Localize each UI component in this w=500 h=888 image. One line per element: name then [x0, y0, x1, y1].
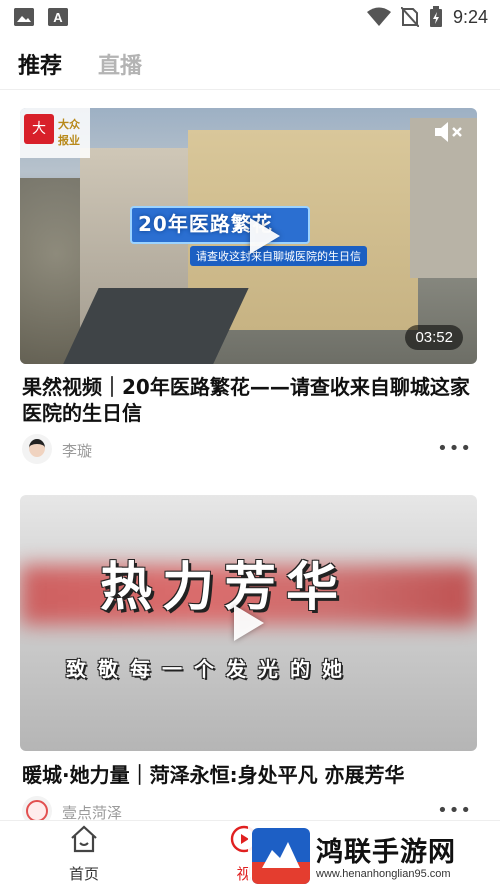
video-thumbnail[interactable]: 20年医路繁花 请查收这封来自聊城医院的生日信 大 大众报业 03:52 — [20, 108, 477, 364]
more-options-icon[interactable]: ••• — [437, 438, 472, 459]
home-icon — [71, 825, 97, 853]
app-a-icon: A — [48, 8, 68, 26]
thumbnail-overlay-title: 热力芳华 — [100, 557, 349, 618]
tab-live[interactable]: 直播 — [98, 48, 142, 80]
nav-home-label: 首页 — [68, 865, 99, 883]
nav-home[interactable]: 首页 — [54, 825, 114, 884]
svg-text:A: A — [53, 10, 63, 25]
author-row: 李璇 ••• — [22, 434, 478, 466]
battery-charging-icon — [429, 6, 442, 27]
top-tabs: 推荐 直播 — [0, 40, 500, 90]
thumbnail-overlay-subtitle: 致敬每一个发光的她 — [66, 657, 354, 681]
logo-text: 大众报业 — [58, 118, 80, 147]
image-icon — [14, 8, 34, 26]
avatar[interactable] — [22, 434, 52, 464]
play-icon[interactable] — [234, 605, 264, 641]
video-duration: 03:52 — [405, 325, 463, 350]
no-sim-icon — [400, 7, 419, 27]
channel-logo: 大 大众报业 — [20, 108, 90, 158]
watermark: 鸿联手游网 www.henanhonglian95.com — [248, 826, 500, 888]
mute-icon[interactable] — [433, 120, 465, 144]
more-options-icon[interactable]: ••• — [437, 800, 472, 821]
status-bar: A 9:24 — [0, 0, 500, 36]
watermark-url: www.henanhonglian95.com — [316, 868, 451, 880]
play-icon[interactable] — [250, 218, 280, 254]
author-name[interactable]: 李璇 — [62, 440, 92, 461]
tab-recommend[interactable]: 推荐 — [18, 48, 62, 80]
wifi-icon — [366, 7, 391, 26]
video-title[interactable]: 暖城·她力量｜菏泽永恒:身处平凡 亦展芳华 — [22, 762, 482, 788]
watermark-title: 鸿联手游网 — [316, 837, 456, 868]
video-thumbnail[interactable]: 热力芳华 致敬每一个发光的她 — [20, 495, 477, 751]
video-title[interactable]: 果然视频｜20年医路繁花——请查收来自聊城这家医院的生日信 — [22, 374, 482, 426]
watermark-logo-icon — [252, 828, 310, 884]
logo-mark-icon: 大 — [24, 114, 54, 144]
clock: 9:24 — [452, 6, 488, 27]
